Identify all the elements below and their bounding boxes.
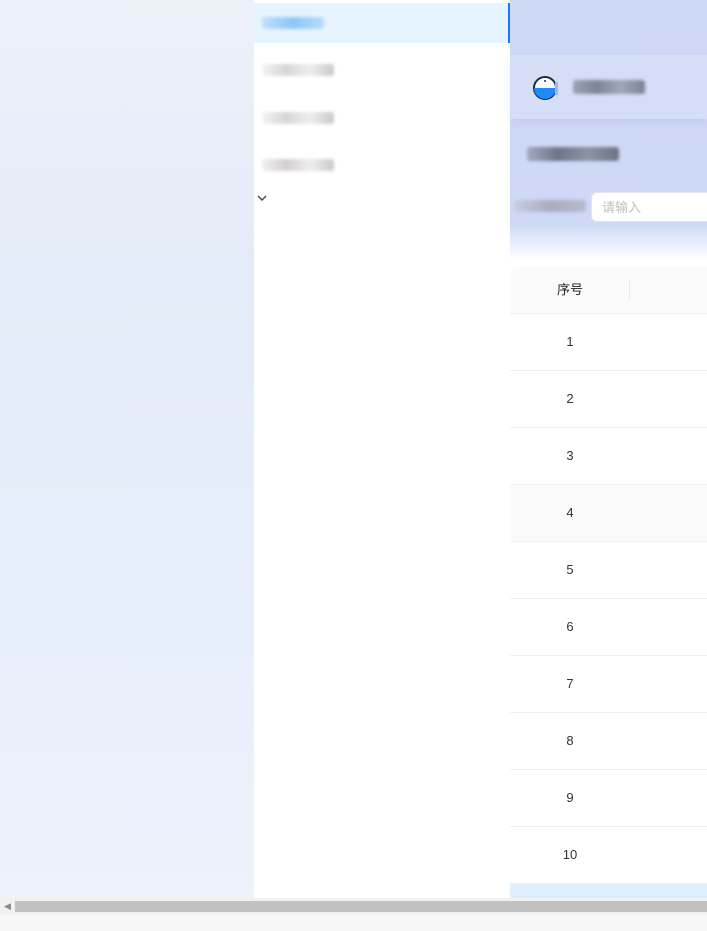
table-header: 序号: [510, 267, 707, 314]
row-index: 2: [566, 391, 574, 406]
search-input[interactable]: [591, 192, 707, 222]
menu-item-label: [262, 17, 324, 29]
scrollbar-thumb[interactable]: [15, 901, 707, 912]
page-left-background: [0, 0, 254, 898]
search-field-label: [514, 200, 586, 212]
menu-item-label: [262, 112, 334, 124]
chevron-down-icon[interactable]: [256, 192, 268, 204]
column-divider: [629, 280, 630, 300]
table-row[interactable]: 9: [510, 770, 707, 827]
menu-item-label: [262, 64, 334, 76]
app-header-card: [510, 55, 707, 119]
scroll-left-arrow-icon[interactable]: ◀: [0, 898, 15, 915]
table-row[interactable]: 2: [510, 371, 707, 428]
horizontal-scrollbar[interactable]: ◀: [0, 898, 707, 915]
table-row[interactable]: 8: [510, 713, 707, 770]
row-index: 8: [566, 733, 574, 748]
column-header-index[interactable]: 序号: [510, 267, 630, 313]
row-index: 3: [566, 448, 574, 463]
table-row[interactable]: 10: [510, 827, 707, 884]
row-index: 10: [562, 847, 578, 862]
menu-item-2[interactable]: [254, 50, 510, 90]
menu-item-4[interactable]: [254, 145, 510, 185]
main-panel: 序号 1 2 3 4 5 6 7 8 9 10: [510, 0, 707, 898]
table-footer-strip: [510, 883, 707, 898]
table-row[interactable]: 1: [510, 314, 707, 371]
row-index: 7: [566, 676, 574, 691]
app-title: [573, 80, 645, 94]
menu-item-3[interactable]: [254, 98, 510, 138]
menu-item-1[interactable]: [254, 3, 510, 43]
table-row[interactable]: 4: [510, 485, 707, 542]
window-bottom-edge: [0, 915, 707, 931]
table-row[interactable]: 6: [510, 599, 707, 656]
row-index: 5: [566, 562, 574, 577]
menu-item-label: [262, 159, 334, 171]
row-index: 1: [566, 334, 574, 349]
row-index: 6: [566, 619, 574, 634]
half-circle-logo-icon: [532, 75, 561, 101]
table-row[interactable]: 3: [510, 428, 707, 485]
page-subtitle: [527, 147, 619, 161]
data-table: 序号 1 2 3 4 5 6 7 8 9 10: [510, 267, 707, 884]
row-index: 4: [566, 505, 574, 520]
table-row[interactable]: 5: [510, 542, 707, 599]
sidebar-menu: [254, 0, 510, 898]
row-index: 9: [566, 790, 574, 805]
table-row[interactable]: 7: [510, 656, 707, 713]
